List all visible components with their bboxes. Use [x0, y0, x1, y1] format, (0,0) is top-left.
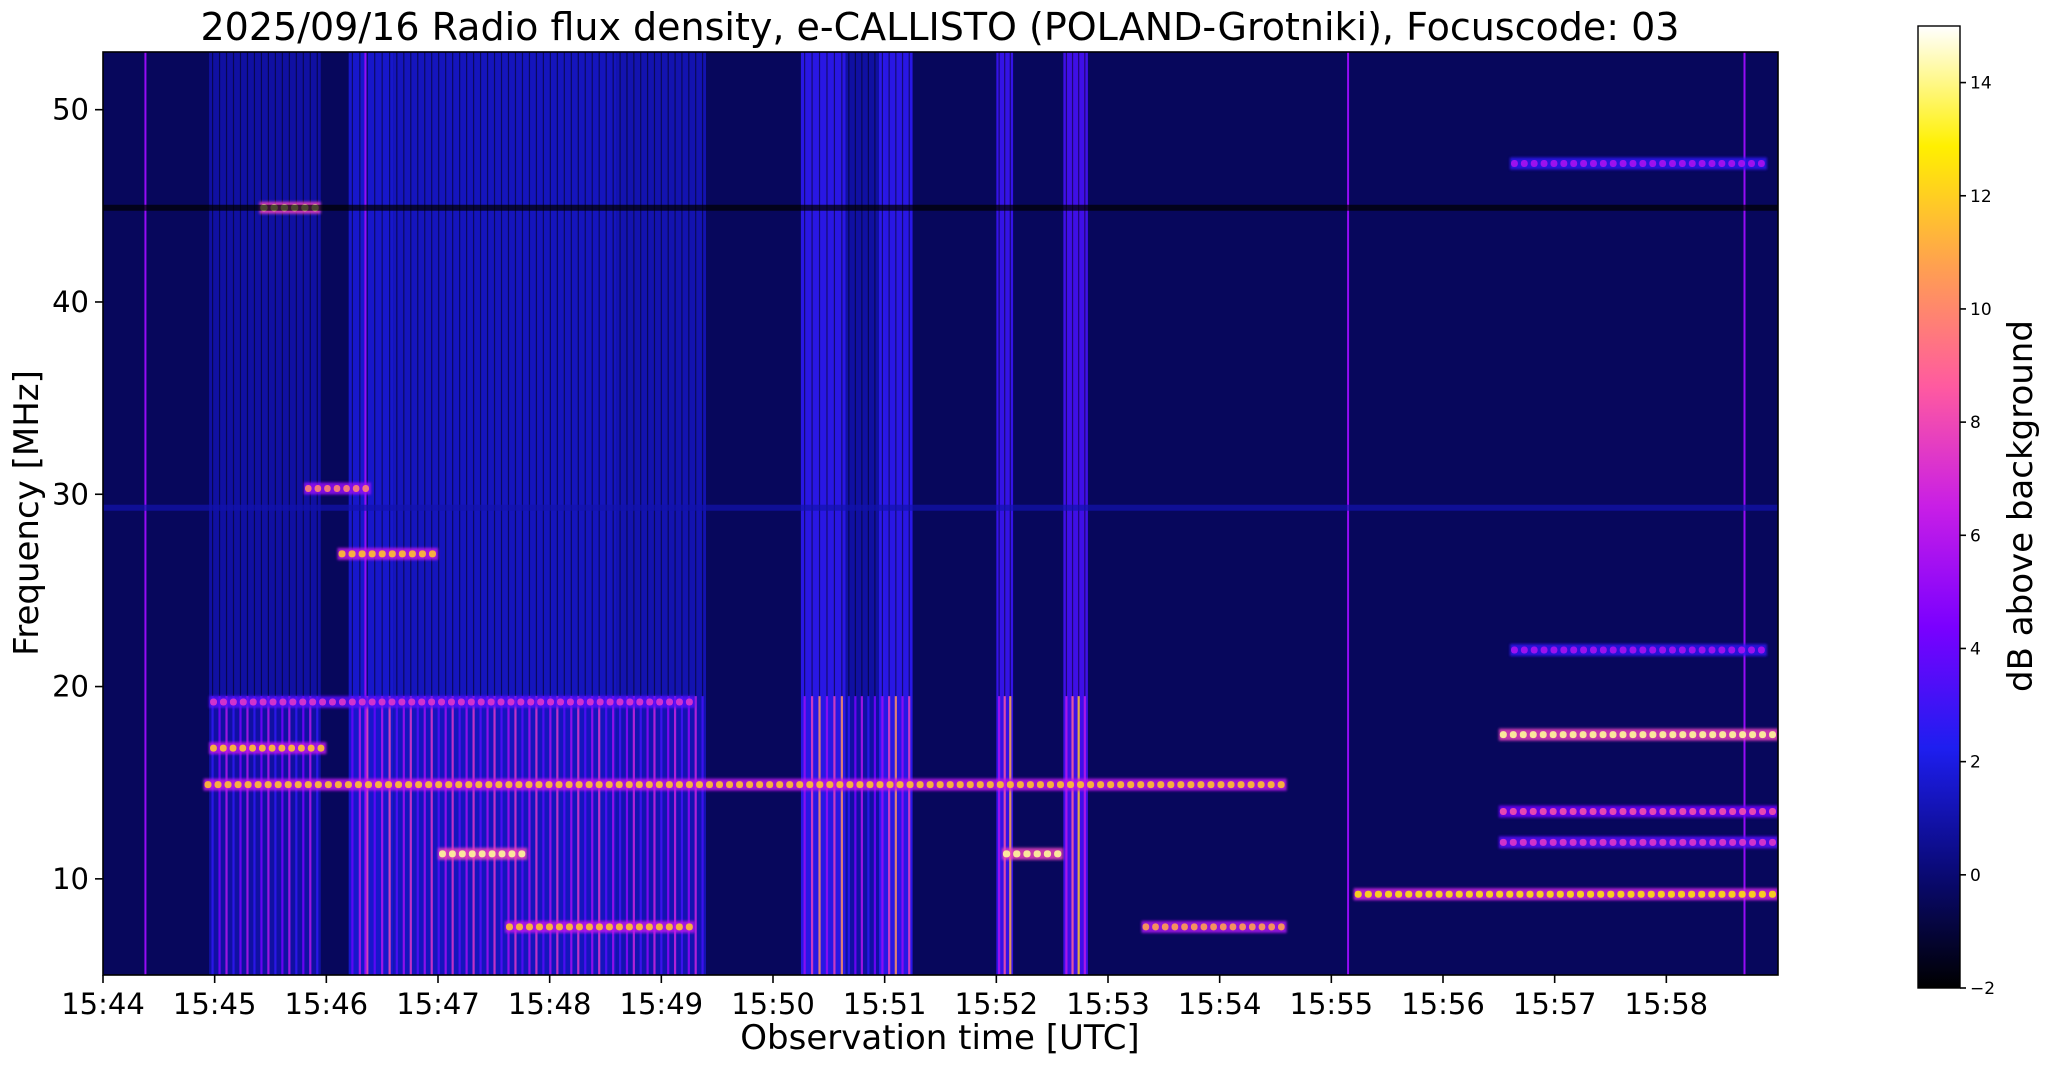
chart-title: 2025/09/16 Radio flux density, e-CALLIST… [201, 5, 1680, 49]
burst-band [348, 52, 394, 975]
burst-band [879, 52, 913, 975]
emission-line [1498, 805, 1778, 818]
x-tick-label: 15:57 [1513, 987, 1597, 1021]
background-band [103, 204, 1778, 211]
burst-band [209, 52, 321, 975]
x-tick-label: 15:46 [285, 987, 369, 1021]
colorbar-tick-label: 8 [1970, 413, 1981, 433]
x-tick-label: 15:51 [843, 987, 927, 1021]
emission-line [1353, 888, 1778, 901]
emission-line [209, 695, 695, 708]
emission-line [1141, 920, 1287, 933]
colorbar-tick-label: 12 [1970, 187, 1992, 207]
emission-line [304, 482, 371, 495]
x-tick-label: 15:56 [1401, 987, 1485, 1021]
emission-line [209, 742, 327, 755]
background-band [103, 504, 1778, 511]
burst-band [393, 52, 617, 975]
burst-band [996, 52, 1014, 975]
colorbar-tick-label: 10 [1970, 300, 1992, 320]
x-tick-label: 15:55 [1290, 987, 1374, 1021]
y-tick-label: 10 [52, 862, 89, 896]
x-tick-label: 15:44 [61, 987, 145, 1021]
colorbar-ticks: −2 0 2 4 6 8 10 12 14 [1960, 74, 1995, 999]
x-tick-label: 15:49 [620, 987, 704, 1021]
emission-line [438, 847, 528, 860]
x-tick-label: 15:58 [1625, 987, 1709, 1021]
emission-line [505, 920, 695, 933]
y-axis-label: Frequency [MHz] [7, 370, 47, 656]
y-tick-label: 50 [52, 93, 89, 127]
colorbar-tick-label: 0 [1970, 866, 1981, 886]
emission-line [1001, 847, 1064, 860]
x-tick-label: 15:45 [173, 987, 257, 1021]
colorbar-tick-label: 14 [1970, 74, 1992, 94]
x-tick-label: 15:48 [508, 987, 592, 1021]
emission-line [1498, 836, 1778, 849]
colorbar-tick-label: −2 [1970, 979, 1995, 999]
colorbar-tick-label: 2 [1970, 753, 1981, 773]
y-axis-ticks: 10 20 30 40 50 [52, 93, 103, 896]
burst-band [1063, 52, 1088, 975]
colorbar [1917, 25, 1961, 989]
y-tick-label: 40 [52, 285, 89, 319]
emission-line [337, 547, 438, 560]
x-tick-label: 15:53 [1066, 987, 1150, 1021]
colorbar-tick-label: 4 [1970, 639, 1981, 659]
spectrogram-figure: 2025/09/16 Radio flux density, e-CALLIST… [7, 5, 2041, 1058]
x-tick-label: 15:52 [955, 987, 1039, 1021]
x-tick-label: 15:50 [731, 987, 815, 1021]
burst-band [845, 52, 885, 975]
burst-band [800, 52, 846, 975]
emission-line [1498, 728, 1778, 741]
x-axis-ticks: 15:44 15:45 15:46 15:47 15:48 15:49 15:50 15:51… [61, 975, 1708, 1021]
emission-line [1510, 644, 1767, 657]
burst-band [616, 52, 706, 975]
emission-line [1510, 157, 1767, 170]
x-tick-label: 15:54 [1178, 987, 1262, 1021]
emission-line [203, 778, 1287, 791]
colorbar-label: dB above background [2001, 320, 2041, 692]
x-tick-label: 15:47 [396, 987, 480, 1021]
x-axis-label: Observation time [UTC] [740, 1018, 1139, 1058]
y-tick-label: 30 [52, 477, 89, 511]
y-tick-label: 20 [52, 670, 89, 704]
spectrogram-plot-area [103, 52, 1778, 975]
colorbar-tick-label: 6 [1970, 526, 1981, 546]
